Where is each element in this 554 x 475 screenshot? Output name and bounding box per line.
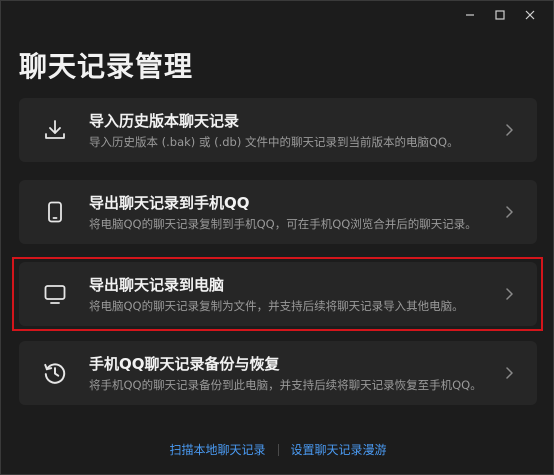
scan-local-history-link[interactable]: 扫描本地聊天记录 xyxy=(169,441,265,458)
chevron-right-icon xyxy=(506,206,513,218)
footer-links: 扫描本地聊天记录 设置聊天记录漫游 xyxy=(1,441,554,458)
phone-icon xyxy=(41,198,69,226)
chevron-right-icon xyxy=(506,124,513,136)
card-title: 导出聊天记录到电脑 xyxy=(89,276,225,294)
card-description: 将电脑QQ的聊天记录复制到手机QQ，可在手机QQ浏览合并后的聊天记录。 xyxy=(89,217,477,231)
maximize-icon xyxy=(495,10,505,20)
minimize-icon xyxy=(466,14,474,16)
history-icon xyxy=(41,359,69,387)
footer-divider xyxy=(277,443,279,456)
card-description: 导入历史版本 (.bak) 或 (.db) 文件中的聊天记录到当前版本的电脑QQ… xyxy=(89,135,459,149)
monitor-icon xyxy=(41,280,69,308)
card-title: 导出聊天记录到手机QQ xyxy=(89,194,250,212)
card-description: 将手机QQ的聊天记录备份到此电脑，并支持后续将聊天记录恢复至手机QQ。 xyxy=(89,378,482,392)
page-title: 聊天记录管理 xyxy=(19,50,194,83)
download-icon xyxy=(41,116,69,144)
maximize-button[interactable] xyxy=(485,5,515,25)
export-to-computer-card[interactable]: 导出聊天记录到电脑 将电脑QQ的聊天记录复制为文件，并支持后续将聊天记录导入其他… xyxy=(19,262,537,326)
minimize-button[interactable] xyxy=(455,5,485,25)
roaming-settings-link[interactable]: 设置聊天记录漫游 xyxy=(291,441,387,458)
close-icon xyxy=(525,10,535,20)
card-title: 手机QQ聊天记录备份与恢复 xyxy=(89,355,280,373)
chat-history-manager-window: 聊天记录管理 导入历史版本聊天记录 导入历史版本 (.bak) 或 (.db) … xyxy=(0,0,554,475)
card-title: 导入历史版本聊天记录 xyxy=(89,112,240,130)
export-to-phone-card[interactable]: 导出聊天记录到手机QQ 将电脑QQ的聊天记录复制到手机QQ，可在手机QQ浏览合并… xyxy=(19,180,537,244)
chevron-right-icon xyxy=(506,367,513,379)
phone-backup-restore-card[interactable]: 手机QQ聊天记录备份与恢复 将手机QQ的聊天记录备份到此电脑，并支持后续将聊天记… xyxy=(19,341,537,405)
close-button[interactable] xyxy=(515,5,545,25)
chevron-right-icon xyxy=(506,288,513,300)
card-description: 将电脑QQ的聊天记录复制为文件，并支持后续将聊天记录导入其他电脑。 xyxy=(89,299,464,313)
import-history-card[interactable]: 导入历史版本聊天记录 导入历史版本 (.bak) 或 (.db) 文件中的聊天记… xyxy=(19,98,537,162)
window-controls xyxy=(455,5,545,25)
